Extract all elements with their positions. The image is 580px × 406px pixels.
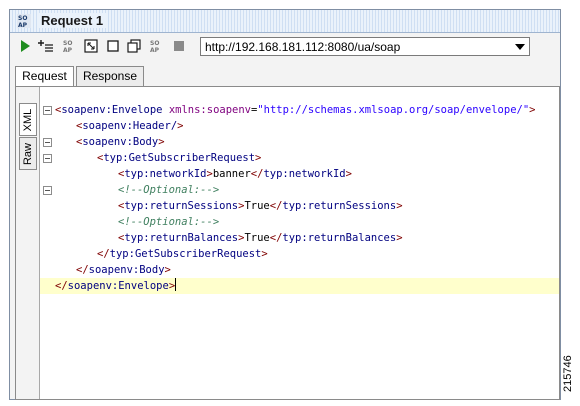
window-split-icon[interactable] [127, 39, 141, 53]
tab-response-label: Response [82, 69, 138, 83]
view-tabs: XML Raw [16, 87, 40, 399]
chevron-down-icon[interactable] [515, 44, 525, 50]
svg-text:AP: AP [150, 47, 160, 53]
code-line[interactable]: <soapenv:Header/> [40, 118, 559, 134]
tab-xml-label: XML [22, 108, 34, 131]
code-line[interactable]: <!--Optional:--> [40, 214, 559, 230]
tab-response[interactable]: Response [76, 66, 144, 86]
request-toolbar: SO AP SO AP http://192.168.181.112:8080/… [10, 33, 560, 60]
request-panel: XML Raw <soapenv:Envelope xmlns:soapenv=… [15, 86, 560, 400]
code-line[interactable]: <soapenv:Envelope xmlns:soapenv="http://… [40, 102, 559, 118]
request-window: SO AP Request 1 SO AP SO AP http://192.1… [9, 9, 561, 400]
code-line[interactable]: <typ:returnBalances>True</typ:returnBala… [40, 230, 559, 246]
add-step-icon[interactable] [38, 39, 54, 53]
svg-text:AP: AP [63, 47, 73, 53]
svg-text:AP: AP [18, 22, 28, 28]
title-bar: SO AP Request 1 [10, 10, 560, 33]
code-line[interactable]: <typ:returnSessions>True</typ:returnSess… [40, 198, 559, 214]
soap-icon[interactable]: SO AP [62, 39, 76, 53]
svg-text:SO: SO [18, 15, 27, 22]
soap-icon: SO AP [17, 14, 31, 28]
endpoint-dropdown[interactable]: http://192.168.181.112:8080/ua/soap [200, 37, 530, 56]
tab-raw[interactable]: Raw [19, 137, 37, 170]
xml-editor[interactable]: <soapenv:Envelope xmlns:soapenv="http://… [40, 87, 559, 399]
code-line[interactable]: <soapenv:Body> [40, 134, 559, 150]
code-line[interactable]: </soapenv:Body> [40, 262, 559, 278]
code-line[interactable]: <typ:GetSubscriberRequest> [40, 150, 559, 166]
endpoint-url: http://192.168.181.112:8080/ua/soap [205, 40, 401, 54]
tab-xml[interactable]: XML [19, 103, 37, 136]
text-cursor [175, 278, 177, 291]
soap-icon[interactable]: SO AP [149, 39, 163, 53]
svg-text:SO: SO [150, 40, 159, 47]
tab-raw-label: Raw [22, 142, 34, 165]
square-icon[interactable] [106, 39, 120, 53]
svg-text:SO: SO [63, 40, 72, 47]
window-title: Request 1 [38, 13, 107, 28]
figure-id: 215746 [562, 355, 574, 392]
maximize-icon[interactable] [84, 39, 98, 53]
request-tabs: Request Response [10, 62, 560, 87]
tab-request[interactable]: Request [15, 66, 74, 87]
play-icon[interactable] [18, 39, 32, 53]
code-line[interactable]: </typ:GetSubscriberRequest> [40, 246, 559, 262]
code-line[interactable]: <typ:networkId>banner</typ:networkId> [40, 166, 559, 182]
code-line[interactable]: <!--Optional:--> [40, 182, 559, 198]
tab-request-label: Request [22, 69, 67, 83]
stop-icon[interactable] [172, 39, 186, 53]
code-line[interactable]: </soapenv:Envelope> [40, 278, 559, 294]
